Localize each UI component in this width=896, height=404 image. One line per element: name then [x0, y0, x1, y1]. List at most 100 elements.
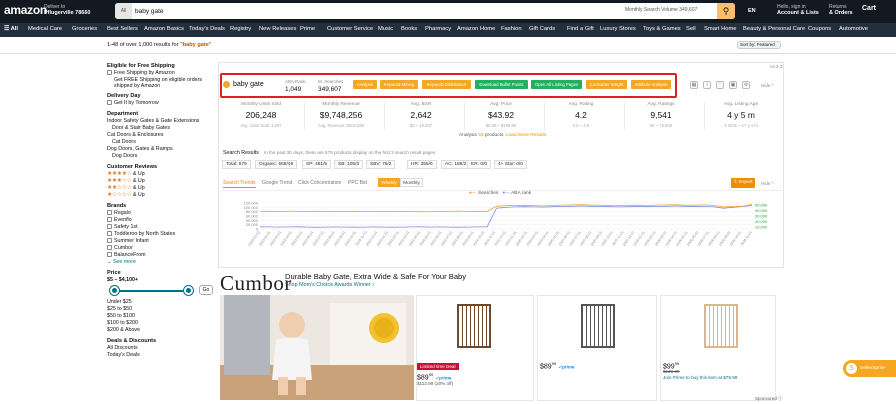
subnav-item[interactable]: Music: [378, 26, 393, 32]
checkbox[interactable]: [107, 252, 112, 257]
deals-link[interactable]: Today's Deals: [107, 352, 215, 359]
filter-tomorrow[interactable]: Get It by Tomorrow: [107, 100, 215, 107]
info-icon[interactable]: i: [703, 81, 711, 89]
brand-filter[interactable]: Summer Infant: [107, 238, 215, 245]
price-go-button[interactable]: Go: [199, 285, 213, 295]
sort-dropdown[interactable]: Sort by: Featured: [737, 41, 781, 49]
rating-filter-1[interactable]: ★☆☆☆☆ & Up: [107, 192, 215, 199]
subnav-item[interactable]: Medical Care: [28, 26, 62, 32]
checkbox[interactable]: [107, 224, 112, 229]
tab-ppc-bid[interactable]: PPC Bid: [348, 180, 367, 186]
result-chip[interactable]: SB: 105/3: [334, 160, 364, 169]
hide-toggle[interactable]: Hide ^: [761, 181, 774, 186]
department-link[interactable]: Indoor Safety Gates & Gate Extensions: [107, 118, 215, 125]
product-image[interactable]: [457, 304, 491, 348]
checkbox[interactable]: [107, 210, 112, 215]
keyword-mining-button[interactable]: Keyword Mining: [380, 80, 418, 89]
subnav-item[interactable]: Find a Gift: [567, 26, 594, 32]
legend-aba-rank[interactable]: ABA rank: [511, 191, 531, 196]
account-lists[interactable]: Hello, sign in Account & Lists: [777, 4, 819, 16]
subnav-item[interactable]: Pharmacy: [425, 26, 451, 32]
subnav-item[interactable]: Fashion: [501, 26, 522, 32]
brand-filter[interactable]: Safety 1st: [107, 224, 215, 231]
legend-searches[interactable]: Searches: [478, 191, 498, 196]
subnav-item[interactable]: Prime: [300, 26, 315, 32]
tab-search-trends[interactable]: Search Trends: [223, 180, 256, 188]
subnav-item[interactable]: Best Sellers: [107, 26, 138, 32]
weekly-toggle[interactable]: Weekly: [378, 178, 400, 187]
subnav-item[interactable]: Luxury Stores: [600, 26, 636, 32]
ad-link[interactable]: Shop Mom's Choice Awards Winner ›: [285, 282, 374, 288]
department-link[interactable]: Dog Doors: [107, 153, 215, 160]
price-link[interactable]: Under $25: [107, 299, 215, 306]
monthly-toggle[interactable]: Monthly: [400, 178, 423, 187]
result-chip[interactable]: 4+ Star: 0/0: [494, 160, 527, 169]
sponsored-label[interactable]: Sponsored ⓘ: [755, 396, 783, 402]
deliver-to[interactable]: Deliver to Pflugerville 78660: [44, 4, 90, 16]
result-chip[interactable]: Organic: 568/49: [255, 160, 298, 169]
brand-filter[interactable]: Regalo: [107, 210, 215, 217]
result-chip[interactable]: HR: 355/0: [407, 160, 437, 169]
language-selector[interactable]: EN: [748, 8, 756, 14]
grid-icon[interactable]: ▦: [690, 81, 698, 89]
brand-filter[interactable]: Toddleroo by North States: [107, 231, 215, 238]
rating-filter-4[interactable]: ★★★★☆ & Up: [107, 171, 215, 178]
result-chip[interactable]: SP: 481/5: [302, 160, 332, 169]
subnav-item[interactable]: Automotive: [839, 26, 868, 32]
amazon-logo[interactable]: amazon: [4, 3, 47, 17]
ad-title[interactable]: Durable Baby Gate, Extra Wide & Safe For…: [285, 272, 466, 281]
price-link[interactable]: $50 to $100: [107, 313, 215, 320]
brand-filter[interactable]: BalanceFrom: [107, 252, 215, 259]
tab-google-trend[interactable]: Google Trend: [262, 180, 292, 186]
search-category-dropdown[interactable]: All: [115, 3, 132, 19]
result-chip[interactable]: AC: 188/2: [441, 160, 471, 169]
search-button[interactable]: ⚲: [717, 3, 735, 19]
prime-offer-link[interactable]: Join Prime to buy this item at $79.99: [663, 375, 737, 380]
brand-filter[interactable]: Evenflo: [107, 217, 215, 224]
subnav-item[interactable]: Coupons: [808, 26, 831, 32]
attribute-analysis-button[interactable]: Attribute Analysis: [631, 80, 671, 89]
all-menu-button[interactable]: ☰ All: [4, 26, 18, 32]
product-card[interactable]: [660, 295, 776, 401]
subnav-item[interactable]: Groceries: [72, 26, 97, 32]
subnav-item[interactable]: Registry: [230, 26, 251, 32]
analysis-button[interactable]: Analysis: [353, 80, 377, 89]
open-listing-pages-button[interactable]: Open All Listing Pages: [531, 80, 582, 89]
checkbox[interactable]: [107, 238, 112, 243]
checkbox[interactable]: [107, 100, 112, 105]
subnav-item[interactable]: Toys & Games: [643, 26, 681, 32]
product-image[interactable]: [704, 304, 738, 348]
department-link[interactable]: Door & Stair Baby Gates: [107, 125, 215, 132]
department-link[interactable]: Cat Doors: [107, 139, 215, 146]
cumbor-brand-logo[interactable]: Cumbor: [220, 271, 292, 296]
export-button[interactable]: ⇩ Export: [731, 178, 755, 188]
price-link[interactable]: $100 to $200: [107, 320, 215, 327]
checkbox[interactable]: [107, 231, 112, 236]
settings-icon[interactable]: ⚙: [742, 81, 750, 89]
subnav-item[interactable]: Gift Cards: [529, 26, 555, 32]
tab-click-concentration[interactable]: Click Concentration: [298, 180, 341, 186]
sellersprite-icon[interactable]: S: [846, 363, 857, 374]
lifestyle-photo[interactable]: [220, 295, 414, 400]
brand-filter[interactable]: Cumbor: [107, 245, 215, 252]
subnav-item[interactable]: Beauty & Personal Care: [743, 26, 805, 32]
slider-max-handle[interactable]: [184, 286, 193, 295]
subnav-item[interactable]: Today's Deals: [189, 26, 225, 32]
consumer-insight-button[interactable]: Consumer Insight: [586, 80, 627, 89]
subnav-item[interactable]: Amazon Home: [457, 26, 495, 32]
filter-free-shipping[interactable]: Free Shipping by Amazon: [107, 70, 215, 77]
result-chip[interactable]: SBV: 75/2: [366, 160, 396, 169]
product-card[interactable]: [537, 295, 657, 401]
deals-link[interactable]: All Discounts: [107, 345, 215, 352]
subnav-item[interactable]: Sell: [686, 26, 696, 32]
cart-button[interactable]: Cart: [862, 5, 876, 12]
subnav-item[interactable]: Customer Service: [327, 26, 373, 32]
download-bullet-points-button[interactable]: Download Bullet Points: [475, 80, 528, 89]
search-input[interactable]: [135, 3, 615, 19]
product-image[interactable]: [581, 304, 615, 348]
load-more-link[interactable]: Load More Results: [506, 133, 546, 138]
rating-filter-2[interactable]: ★★☆☆☆ & Up: [107, 185, 215, 192]
heart-icon[interactable]: ♡: [716, 81, 724, 89]
subnav-item[interactable]: Books: [401, 26, 417, 32]
result-chip[interactable]: ER: 0/0: [467, 160, 491, 169]
